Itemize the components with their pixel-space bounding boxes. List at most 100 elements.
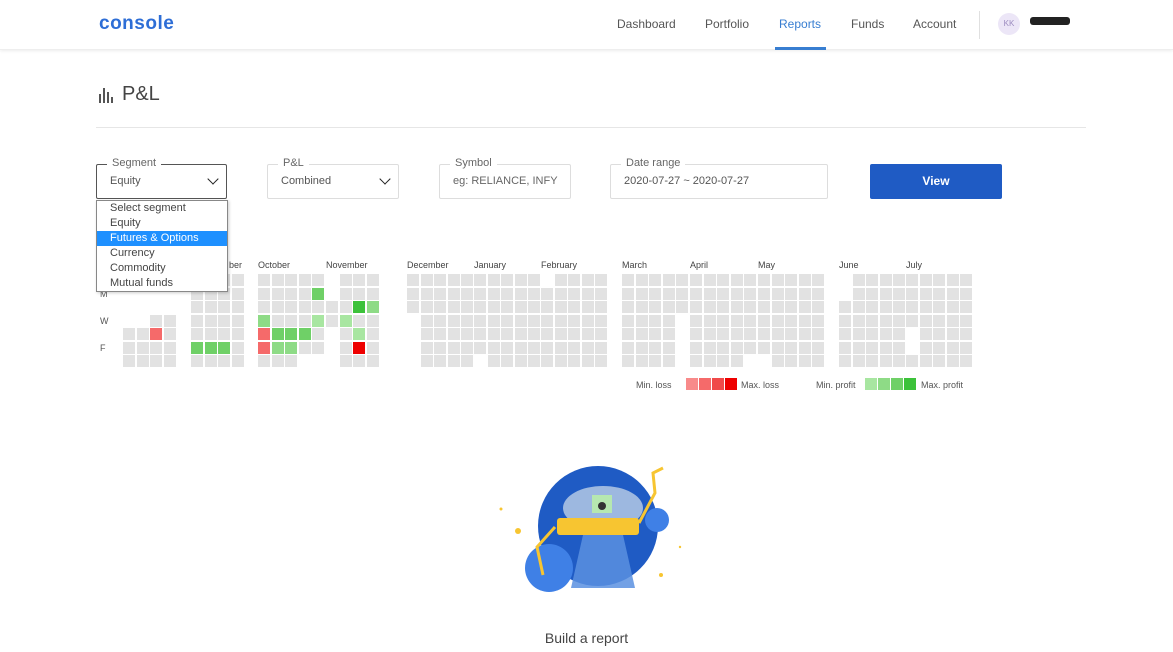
heatmap-day-cell[interactable] bbox=[555, 355, 567, 367]
heatmap-day-cell[interactable] bbox=[947, 342, 959, 354]
heatmap-day-cell[interactable] bbox=[555, 315, 567, 327]
heatmap-day-cell[interactable] bbox=[622, 355, 634, 367]
heatmap-day-cell[interactable] bbox=[285, 301, 297, 313]
heatmap-day-cell[interactable] bbox=[272, 301, 284, 313]
heatmap-day-cell[interactable] bbox=[731, 355, 743, 367]
heatmap-day-cell[interactable] bbox=[582, 315, 594, 327]
heatmap-day-cell[interactable] bbox=[799, 355, 811, 367]
heatmap-day-cell[interactable] bbox=[582, 342, 594, 354]
heatmap-day-cell[interactable] bbox=[501, 355, 513, 367]
heatmap-day-cell[interactable] bbox=[880, 342, 892, 354]
heatmap-day-cell[interactable] bbox=[528, 315, 540, 327]
heatmap-day-cell[interactable] bbox=[205, 355, 217, 367]
heatmap-day-cell[interactable] bbox=[947, 328, 959, 340]
heatmap-day-cell[interactable] bbox=[731, 328, 743, 340]
heatmap-day-cell[interactable] bbox=[880, 328, 892, 340]
heatmap-day-cell[interactable] bbox=[501, 301, 513, 313]
heatmap-day-cell[interactable] bbox=[947, 301, 959, 313]
heatmap-day-cell[interactable] bbox=[582, 288, 594, 300]
heatmap-day-cell[interactable] bbox=[880, 274, 892, 286]
heatmap-day-cell[interactable] bbox=[744, 328, 756, 340]
heatmap-day-cell[interactable] bbox=[704, 328, 716, 340]
heatmap-day-cell[interactable] bbox=[258, 328, 270, 340]
heatmap-day-cell[interactable] bbox=[690, 274, 702, 286]
heatmap-day-cell[interactable] bbox=[137, 342, 149, 354]
heatmap-day-cell[interactable] bbox=[218, 355, 230, 367]
heatmap-day-cell[interactable] bbox=[704, 315, 716, 327]
heatmap-day-cell[interactable] bbox=[960, 355, 972, 367]
heatmap-day-cell[interactable] bbox=[218, 301, 230, 313]
heatmap-day-cell[interactable] bbox=[407, 288, 419, 300]
heatmap-day-cell[interactable] bbox=[663, 315, 675, 327]
heatmap-day-cell[interactable] bbox=[595, 315, 607, 327]
heatmap-day-cell[interactable] bbox=[704, 355, 716, 367]
heatmap-day-cell[interactable] bbox=[933, 328, 945, 340]
heatmap-day-cell[interactable] bbox=[839, 328, 851, 340]
heatmap-day-cell[interactable] bbox=[555, 328, 567, 340]
heatmap-day-cell[interactable] bbox=[772, 315, 784, 327]
heatmap-day-cell[interactable] bbox=[421, 328, 433, 340]
heatmap-day-cell[interactable] bbox=[568, 342, 580, 354]
heatmap-day-cell[interactable] bbox=[474, 315, 486, 327]
heatmap-day-cell[interactable] bbox=[799, 301, 811, 313]
heatmap-day-cell[interactable] bbox=[893, 328, 905, 340]
heatmap-day-cell[interactable] bbox=[772, 355, 784, 367]
heatmap-day-cell[interactable] bbox=[731, 301, 743, 313]
heatmap-day-cell[interactable] bbox=[568, 315, 580, 327]
heatmap-day-cell[interactable] bbox=[920, 355, 932, 367]
heatmap-day-cell[interactable] bbox=[595, 328, 607, 340]
heatmap-day-cell[interactable] bbox=[785, 315, 797, 327]
heatmap-day-cell[interactable] bbox=[461, 301, 473, 313]
heatmap-day-cell[interactable] bbox=[663, 301, 675, 313]
heatmap-day-cell[interactable] bbox=[312, 342, 324, 354]
heatmap-day-cell[interactable] bbox=[717, 288, 729, 300]
heatmap-day-cell[interactable] bbox=[812, 301, 824, 313]
heatmap-day-cell[interactable] bbox=[448, 274, 460, 286]
heatmap-day-cell[interactable] bbox=[622, 328, 634, 340]
heatmap-day-cell[interactable] bbox=[421, 315, 433, 327]
heatmap-day-cell[interactable] bbox=[568, 355, 580, 367]
heatmap-day-cell[interactable] bbox=[421, 355, 433, 367]
heatmap-day-cell[interactable] bbox=[299, 301, 311, 313]
heatmap-day-cell[interactable] bbox=[649, 342, 661, 354]
heatmap-day-cell[interactable] bbox=[568, 288, 580, 300]
heatmap-day-cell[interactable] bbox=[799, 315, 811, 327]
heatmap-day-cell[interactable] bbox=[258, 355, 270, 367]
heatmap-day-cell[interactable] bbox=[785, 288, 797, 300]
heatmap-day-cell[interactable] bbox=[758, 301, 770, 313]
heatmap-day-cell[interactable] bbox=[853, 288, 865, 300]
heatmap-day-cell[interactable] bbox=[649, 328, 661, 340]
heatmap-day-cell[interactable] bbox=[150, 315, 162, 327]
heatmap-day-cell[interactable] bbox=[150, 355, 162, 367]
heatmap-day-cell[interactable] bbox=[191, 328, 203, 340]
heatmap-day-cell[interactable] bbox=[717, 328, 729, 340]
heatmap-day-cell[interactable] bbox=[717, 315, 729, 327]
heatmap-day-cell[interactable] bbox=[123, 355, 135, 367]
heatmap-day-cell[interactable] bbox=[663, 328, 675, 340]
heatmap-day-cell[interactable] bbox=[744, 301, 756, 313]
heatmap-day-cell[interactable] bbox=[340, 328, 352, 340]
heatmap-day-cell[interactable] bbox=[258, 342, 270, 354]
heatmap-day-cell[interactable] bbox=[326, 315, 338, 327]
heatmap-day-cell[interactable] bbox=[731, 274, 743, 286]
heatmap-day-cell[interactable] bbox=[528, 355, 540, 367]
heatmap-day-cell[interactable] bbox=[299, 315, 311, 327]
heatmap-day-cell[interactable] bbox=[853, 342, 865, 354]
heatmap-day-cell[interactable] bbox=[272, 315, 284, 327]
heatmap-day-cell[interactable] bbox=[636, 342, 648, 354]
heatmap-day-cell[interactable] bbox=[353, 342, 365, 354]
heatmap-day-cell[interactable] bbox=[799, 274, 811, 286]
heatmap-day-cell[interactable] bbox=[218, 328, 230, 340]
heatmap-day-cell[interactable] bbox=[164, 315, 176, 327]
heatmap-day-cell[interactable] bbox=[285, 288, 297, 300]
heatmap-day-cell[interactable] bbox=[448, 328, 460, 340]
heatmap-day-cell[interactable] bbox=[528, 288, 540, 300]
heatmap-day-cell[interactable] bbox=[758, 328, 770, 340]
heatmap-day-cell[interactable] bbox=[785, 274, 797, 286]
heatmap-day-cell[interactable] bbox=[595, 301, 607, 313]
heatmap-day-cell[interactable] bbox=[434, 301, 446, 313]
heatmap-day-cell[interactable] bbox=[515, 288, 527, 300]
heatmap-day-cell[interactable] bbox=[906, 315, 918, 327]
heatmap-day-cell[interactable] bbox=[568, 301, 580, 313]
heatmap-day-cell[interactable] bbox=[285, 315, 297, 327]
